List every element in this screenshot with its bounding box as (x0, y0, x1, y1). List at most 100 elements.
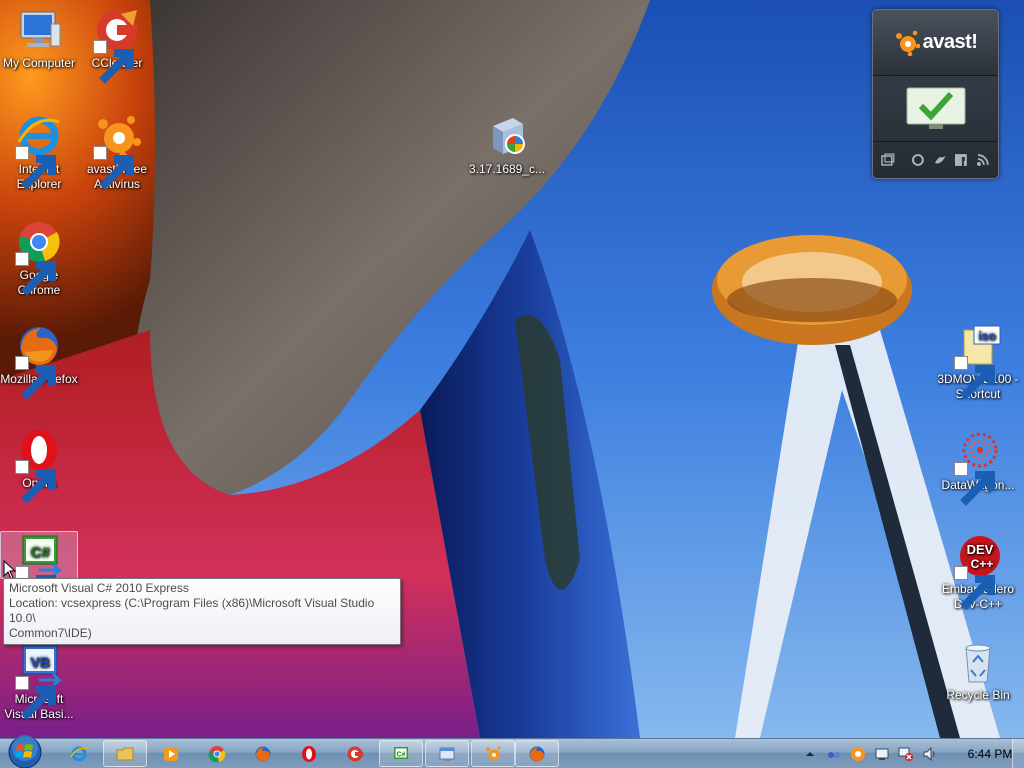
datawagon-icon (954, 428, 1002, 506)
taskbar-item-firefox[interactable] (241, 740, 285, 767)
svg-text:iso: iso (978, 329, 995, 343)
desktop-icon-google-chrome[interactable]: Google Chrome (0, 218, 78, 298)
taskbar-item-internet-explorer[interactable] (57, 740, 101, 767)
devcpp-icon: DEV C++ (954, 532, 1002, 610)
shortcut-arrow-icon (15, 146, 56, 190)
taskbar-item-visual-csharp[interactable]: C# (379, 740, 423, 767)
svg-text:DEV: DEV (967, 542, 994, 557)
chrome-icon (208, 745, 226, 762)
window-app-icon (439, 747, 455, 761)
ccleaner-icon (347, 746, 363, 761)
desktop-icon-mozilla-firefox[interactable]: Mozilla Firefox (0, 322, 78, 400)
opera-icon (302, 745, 316, 762)
avast-logo-text: avast! (922, 31, 978, 53)
avast-logo-icon (895, 30, 920, 56)
show-desktop-button[interactable] (1012, 739, 1024, 768)
tooltip-location: Location: vcsexpress (C:\Program Files (… (9, 596, 375, 625)
taskbar-item-windows-explorer[interactable] (103, 740, 147, 767)
shortcut-arrow-icon (954, 566, 995, 610)
tray-volume[interactable] (922, 746, 938, 762)
taskbar-item-media-player[interactable] (149, 740, 193, 767)
refresh-icon[interactable] (911, 153, 925, 167)
firefox-icon (529, 746, 545, 761)
taskbar-item-ccleaner[interactable] (333, 740, 377, 767)
desktop-icon-embarcadero-devcpp[interactable]: DEV C++ Embarcadero Dev-C++ (936, 532, 1020, 612)
window-icon[interactable] (881, 153, 895, 167)
start-button[interactable] (5, 735, 45, 768)
shortcut-arrow-icon (15, 460, 56, 504)
desktop-icon-datawagon[interactable]: DataWagon... (936, 428, 1020, 506)
network-disconnected-icon (898, 747, 913, 761)
rss-icon[interactable] (976, 153, 990, 167)
windows-orb-icon (8, 735, 42, 768)
shortcut-arrow-icon (93, 146, 134, 190)
desktop-icon-ccleaner[interactable]: CCleaner (78, 6, 156, 84)
facebook-icon[interactable] (954, 153, 968, 167)
taskbar-item-opera[interactable] (287, 740, 331, 767)
shortcut-arrow-icon (93, 40, 134, 84)
notification-area: 6:44 PM (794, 739, 1024, 768)
shortcut-arrow-icon (15, 676, 56, 720)
taskbar-item-remote-app[interactable] (425, 740, 469, 767)
avast-status[interactable] (873, 76, 998, 142)
opera-icon (15, 426, 63, 504)
ccleaner-icon (93, 6, 141, 84)
taskbar: C# 6:44 PM (0, 735, 1024, 768)
chevron-up-icon (806, 752, 814, 756)
taskbar-item-avast[interactable] (471, 740, 515, 767)
svg-text:VB: VB (30, 654, 49, 670)
taskbar-item-chrome[interactable] (195, 740, 239, 767)
desktop-icon-installer-file[interactable]: 3.17.1689_c... (467, 112, 547, 177)
csharp-icon: C# (15, 532, 63, 610)
ie-icon (70, 746, 88, 761)
desktop-icon-3dmovie-iso[interactable]: iso 3DMOVIE100 - Shortcut (936, 322, 1020, 402)
shortcut-tooltip: Microsoft Visual C# 2010 Express Locatio… (3, 578, 401, 645)
desktop-icon-internet-explorer[interactable]: Internet Explorer (0, 112, 78, 192)
shortcut-arrow-icon (954, 356, 995, 400)
action-center-flag-icon (875, 748, 889, 760)
shortcut-arrow-icon (954, 462, 995, 506)
tooltip-location-cont: Common7\IDE) (9, 626, 92, 640)
tooltip-title: Microsoft Visual C# 2010 Express (9, 581, 189, 595)
chrome-icon (15, 218, 63, 296)
installer-icon (483, 112, 531, 160)
internet-explorer-icon (15, 112, 63, 190)
tray-app-icon[interactable] (826, 746, 842, 762)
desktop-icon-label: My Computer (2, 56, 76, 70)
speaker-icon (923, 746, 935, 762)
shortcut-arrow-icon (15, 356, 56, 400)
desktop-icon-opera[interactable]: Opera (0, 426, 78, 504)
network-app-icon (828, 752, 840, 758)
avast-icon (93, 112, 141, 190)
shortcut-arrow-icon (15, 252, 56, 296)
svg-text:C#: C# (30, 544, 50, 561)
firefox-icon (15, 322, 63, 400)
desktop-icon-visual-basic[interactable]: VB Microsoft Visual Basi... (0, 642, 78, 722)
folder-icon (116, 747, 134, 760)
desktop-icon-label: Recycle Bin (946, 688, 1010, 702)
desktop-icon-avast-free-antivirus[interactable]: avast! Free Antivirus (78, 112, 156, 192)
avast-gadget[interactable]: avast! (872, 9, 999, 179)
tray-avast[interactable] (850, 746, 866, 762)
mouse-cursor-icon (3, 560, 17, 580)
svg-text:C#: C# (397, 751, 406, 758)
protected-check-icon (906, 87, 965, 129)
taskbar-item-firefox-window[interactable] (515, 740, 559, 767)
twitter-icon[interactable] (933, 153, 947, 167)
desktop-icon-label: 3.17.1689_c... (468, 162, 546, 176)
recycle-bin-icon (954, 638, 1002, 686)
iso-file-icon: iso (954, 322, 1002, 400)
taskbar-clock[interactable]: 6:44 PM (960, 747, 1020, 761)
computer-icon (15, 6, 63, 54)
show-hidden-icons-button[interactable] (802, 746, 818, 762)
csharp-icon: C# (394, 746, 408, 759)
avast-gadget-header: avast! (873, 10, 998, 76)
avast-icon (851, 747, 865, 761)
tray-network[interactable] (898, 746, 914, 762)
media-player-icon (164, 746, 178, 761)
desktop-icon-my-computer[interactable]: My Computer (0, 6, 78, 71)
visual-basic-icon: VB (15, 642, 63, 720)
firefox-icon (255, 746, 271, 761)
desktop-icon-recycle-bin[interactable]: Recycle Bin (936, 638, 1020, 703)
tray-action-center[interactable] (874, 746, 890, 762)
